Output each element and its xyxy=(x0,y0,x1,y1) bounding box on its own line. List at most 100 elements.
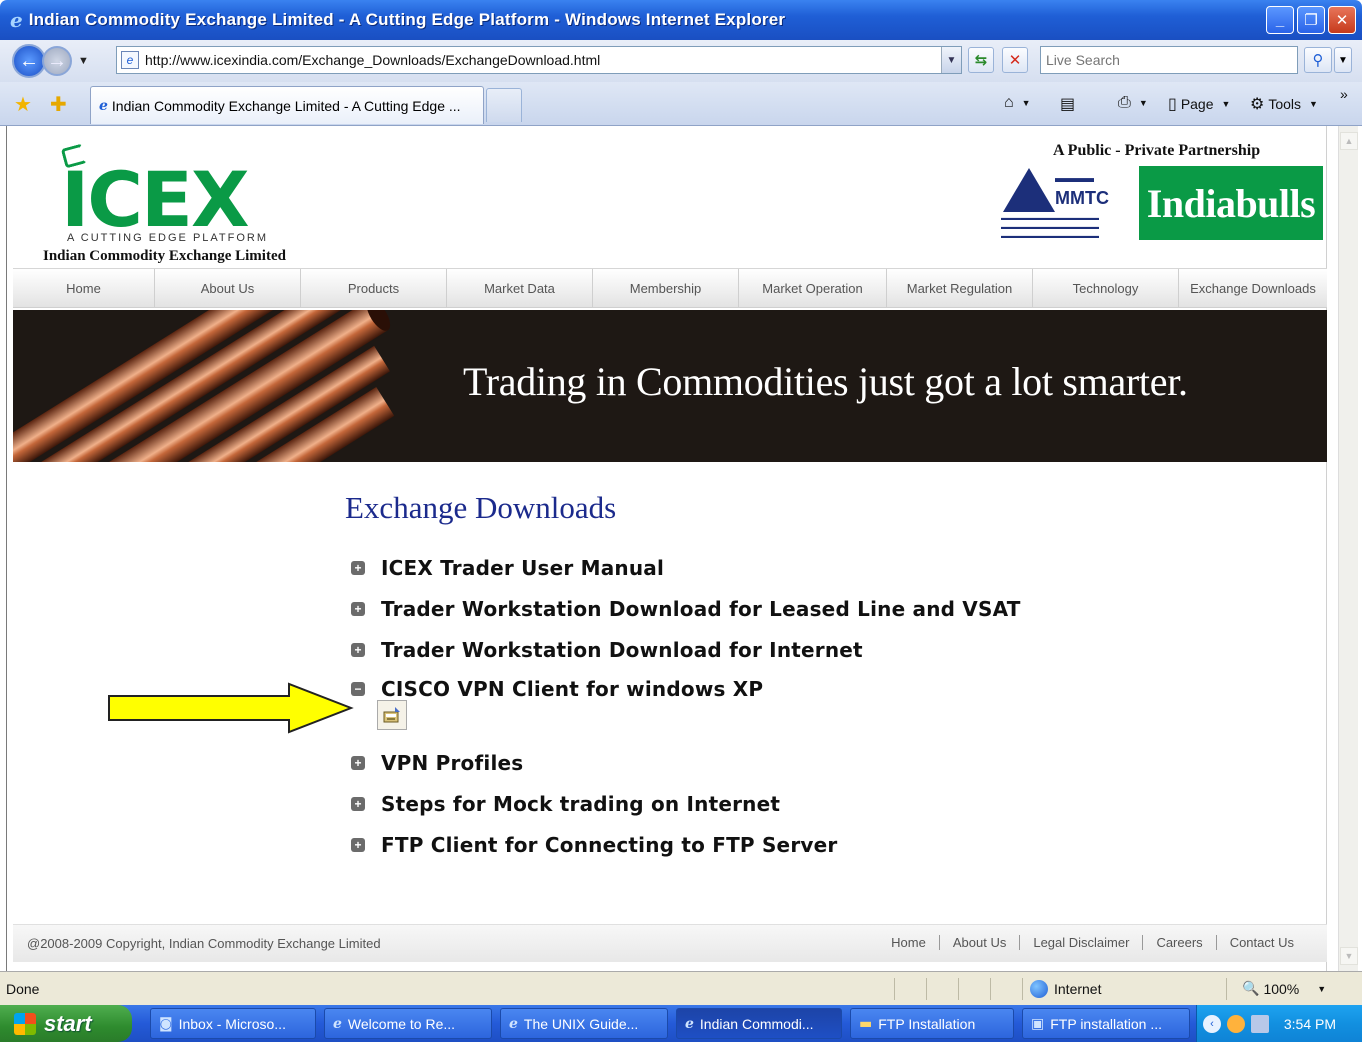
taskbar-ie-indian-commodity[interactable]: e Indian Commodi... xyxy=(676,1008,842,1039)
taskbar-ie-unix-guide[interactable]: e The UNIX Guide... xyxy=(500,1008,668,1039)
mmtc-logo-text: ▬▬▬ MMTC xyxy=(1055,168,1109,208)
chevron-down-icon: ▼ xyxy=(1138,98,1148,108)
nav-products[interactable]: Products xyxy=(301,269,447,307)
zoom-control[interactable]: 🔍 100% ▼ xyxy=(1242,980,1326,997)
nav-about-us[interactable]: About Us xyxy=(155,269,301,307)
footer-link-legal-disclaimer[interactable]: Legal Disclaimer xyxy=(1019,935,1142,950)
cisco-vpn-download-file-icon[interactable] xyxy=(377,700,407,730)
system-clock[interactable]: 3:54 PM xyxy=(1284,1016,1336,1032)
download-item-trader-workstation-leased-line-vsat[interactable]: + Trader Workstation Download for Leased… xyxy=(351,597,1021,621)
expand-icon[interactable]: + xyxy=(351,838,365,852)
forward-button[interactable]: → xyxy=(42,46,72,76)
scroll-up-icon[interactable]: ▲ xyxy=(1340,132,1358,150)
icex-logo[interactable]: ICEX xyxy=(61,162,250,238)
network-icon[interactable] xyxy=(1251,1014,1269,1033)
nav-home[interactable]: Home xyxy=(13,269,155,307)
page-icon: e xyxy=(121,51,139,69)
favorites-star-icon[interactable]: ★ xyxy=(14,92,32,117)
tab-indian-commodity-exchange[interactable]: e Indian Commodity Exchange Limited - A … xyxy=(90,86,484,124)
copyright-text: @2008-2009 Copyright, Indian Commodity E… xyxy=(27,936,381,951)
search-icon[interactable]: ⚲ xyxy=(1304,47,1332,73)
address-dropdown-icon[interactable]: ▼ xyxy=(941,47,961,73)
nav-technology[interactable]: Technology xyxy=(1033,269,1179,307)
page-menu-label: Page xyxy=(1180,96,1214,112)
ie-icon: e xyxy=(509,1015,518,1032)
taskbar-button-label: FTP Installation xyxy=(878,1015,976,1032)
new-tab-button[interactable] xyxy=(486,88,522,122)
expand-icon[interactable]: + xyxy=(351,797,365,811)
footer-link-careers[interactable]: Careers xyxy=(1142,935,1215,950)
nav-exchange-downloads[interactable]: Exchange Downloads xyxy=(1179,269,1327,307)
expand-icon[interactable]: + xyxy=(351,602,365,616)
download-item-ftp-client[interactable]: + FTP Client for Connecting to FTP Serve… xyxy=(351,833,837,857)
page-menu[interactable]: ▯ Page ▼ xyxy=(1168,94,1230,114)
page-menu-icon: ▯ xyxy=(1168,96,1177,113)
partnership-label: A Public - Private Partnership xyxy=(1053,142,1261,159)
tray-app-icon[interactable] xyxy=(1227,1014,1245,1033)
start-label: start xyxy=(44,1010,92,1036)
restore-button[interactable]: ❐ xyxy=(1297,6,1325,34)
refresh-button[interactable]: ⇆ xyxy=(968,47,994,73)
nav-market-regulation[interactable]: Market Regulation xyxy=(887,269,1033,307)
footer-link-about-us[interactable]: About Us xyxy=(938,935,1019,950)
taskbar-outlook-inbox[interactable]: ◙ Inbox - Microso... xyxy=(150,1008,316,1039)
address-url[interactable]: http://www.icexindia.com/Exchange_Downlo… xyxy=(145,52,941,68)
zoom-level: 100% xyxy=(1263,980,1300,997)
main-navigation: Home About Us Products Market Data Membe… xyxy=(13,268,1327,308)
search-options-icon[interactable]: ▼ xyxy=(1334,47,1352,73)
footer-link-home[interactable]: Home xyxy=(878,935,939,950)
print-button[interactable]: ⎙ ▼ xyxy=(1118,94,1148,112)
download-item-label: Trader Workstation Download for Leased L… xyxy=(381,597,1021,621)
security-zone[interactable]: Internet xyxy=(1030,980,1101,998)
nav-market-data[interactable]: Market Data xyxy=(447,269,593,307)
history-dropdown-icon[interactable]: ▼ xyxy=(78,55,89,67)
yellow-pointer-arrow-icon xyxy=(108,682,354,734)
home-button[interactable]: ⌂ ▼ xyxy=(1004,94,1031,112)
navigation-bar: ← → ▼ e http://www.icexindia.com/Exchang… xyxy=(0,40,1362,82)
address-bar[interactable]: e http://www.icexindia.com/Exchange_Down… xyxy=(116,46,962,74)
mmtc-subtext-graphic: ▬▬▬▬▬▬▬▬▬▬▬▬▬▬ ▬▬▬▬▬▬▬▬▬▬▬▬▬▬ ▬▬▬▬▬▬▬▬▬▬▬▬… xyxy=(1001,215,1099,240)
mmtc-logo: ▬▬▬ MMTC ▬▬▬▬▬▬▬▬▬▬▬▬▬▬ ▬▬▬▬▬▬▬▬▬▬▬▬▬▬ ▬▬▬… xyxy=(1001,168,1131,240)
footer-link-contact-us[interactable]: Contact Us xyxy=(1215,935,1307,950)
vertical-scrollbar[interactable]: ▲ ▼ xyxy=(1338,126,1358,971)
add-favorites-icon[interactable]: ✚ xyxy=(50,92,67,117)
more-commands-icon[interactable]: » xyxy=(1340,86,1348,102)
status-divider xyxy=(958,978,959,1000)
tools-menu-label: Tools xyxy=(1268,96,1302,112)
window-title-bar[interactable]: e Indian Commodity Exchange Limited - A … xyxy=(0,0,1362,40)
nav-market-operation[interactable]: Market Operation xyxy=(739,269,887,307)
download-item-icex-trader-user-manual[interactable]: + ICEX Trader User Manual xyxy=(351,556,664,580)
feeds-button[interactable]: ▤ xyxy=(1060,94,1075,114)
nav-membership[interactable]: Membership xyxy=(593,269,739,307)
stop-button[interactable]: ✕ xyxy=(1002,47,1028,73)
taskbar-folder-ftp-installation[interactable]: ▬ FTP Installation xyxy=(850,1008,1014,1039)
tray-expand-icon[interactable]: ‹ xyxy=(1203,1014,1221,1033)
taskbar-ie-welcome[interactable]: e Welcome to Re... xyxy=(324,1008,492,1039)
home-icon: ⌂ xyxy=(1004,94,1014,111)
search-box[interactable] xyxy=(1040,46,1298,74)
gear-icon: ⚙ xyxy=(1250,96,1265,113)
expand-icon[interactable]: + xyxy=(351,561,365,575)
rss-feed-icon: ▤ xyxy=(1060,96,1076,113)
back-button[interactable]: ← xyxy=(12,44,46,78)
status-divider xyxy=(1022,978,1023,1000)
download-item-vpn-profiles[interactable]: + VPN Profiles xyxy=(351,751,523,775)
taskbar-word-ftp-installation[interactable]: ▣ FTP installation ... xyxy=(1022,1008,1190,1039)
download-item-label: VPN Profiles xyxy=(381,751,524,775)
expand-icon[interactable]: + xyxy=(351,643,365,657)
minimize-button[interactable]: _ xyxy=(1266,6,1294,34)
download-item-mock-trading-steps[interactable]: + Steps for Mock trading on Internet xyxy=(351,792,780,816)
hero-banner: Trading in Commodities just got a lot sm… xyxy=(13,310,1327,462)
expand-icon[interactable]: + xyxy=(351,756,365,770)
zone-label: Internet xyxy=(1054,981,1102,997)
close-button[interactable]: ✕ xyxy=(1328,6,1356,34)
scroll-down-icon[interactable]: ▼ xyxy=(1340,947,1358,965)
download-item-trader-workstation-internet[interactable]: + Trader Workstation Download for Intern… xyxy=(351,638,863,662)
ie-icon: e xyxy=(685,1015,694,1032)
tools-menu[interactable]: ⚙ Tools ▼ xyxy=(1250,94,1318,114)
start-button[interactable]: start xyxy=(0,1005,132,1042)
search-input[interactable] xyxy=(1041,47,1297,73)
download-item-cisco-vpn-client[interactable]: − CISCO VPN Client for windows XP xyxy=(351,677,763,701)
chevron-down-icon: ▼ xyxy=(1221,99,1231,109)
command-bar: ★ ✚ e Indian Commodity Exchange Limited … xyxy=(0,82,1362,126)
